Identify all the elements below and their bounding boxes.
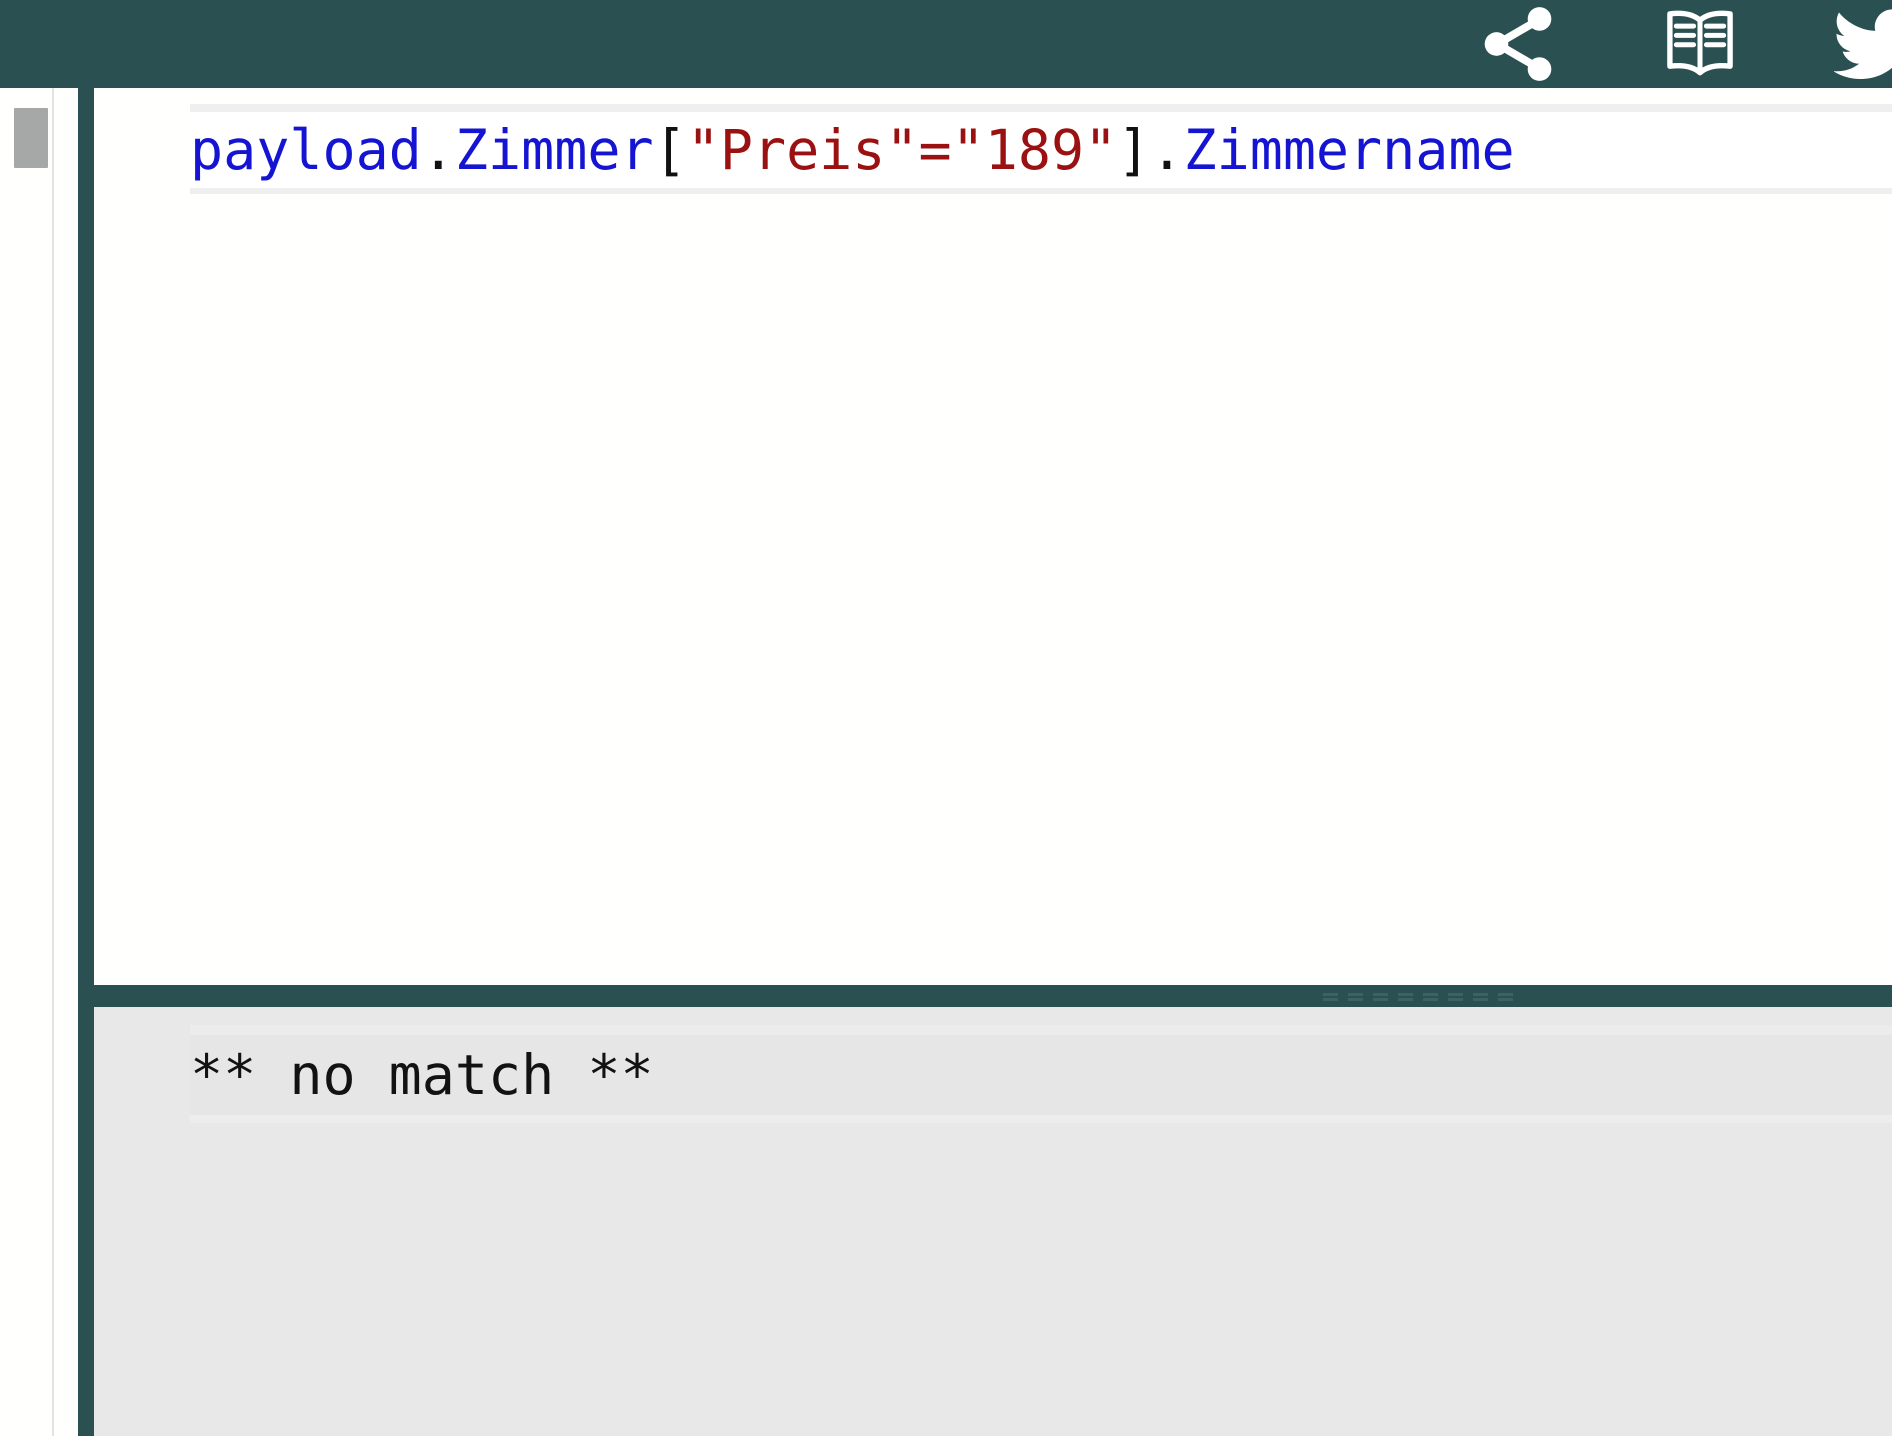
bird-icon bbox=[1834, 1, 1892, 87]
expression-input[interactable]: payload.Zimmer["Preis"="189"].Zimmername bbox=[190, 112, 1892, 188]
token-punctuation: ] bbox=[1117, 118, 1151, 182]
result-output-text: ** no match ** bbox=[190, 1043, 654, 1107]
share-button[interactable] bbox=[1470, 0, 1566, 88]
pane-splitter[interactable] bbox=[78, 985, 1892, 1007]
token-identifier: Zimmername bbox=[1183, 118, 1515, 182]
expression-editor-pane[interactable]: payload.Zimmer["Preis"="189"].Zimmername bbox=[94, 88, 1892, 985]
share-icon bbox=[1475, 1, 1561, 87]
open-book-icon bbox=[1657, 1, 1743, 87]
app-header-bar bbox=[0, 0, 1892, 88]
twitter-button[interactable] bbox=[1834, 0, 1892, 88]
token-punctuation: . bbox=[1150, 118, 1184, 182]
workspace: payload.Zimmer["Preis"="189"].Zimmername… bbox=[0, 88, 1892, 1436]
token-identifier: Zimmer bbox=[454, 118, 654, 182]
vertical-scrollbar-thumb[interactable] bbox=[14, 108, 48, 168]
documentation-button[interactable] bbox=[1652, 0, 1748, 88]
token-identifier: payload bbox=[190, 118, 422, 182]
results-pane: ** no match ** bbox=[94, 1007, 1892, 1436]
token-string: "Preis" bbox=[686, 118, 919, 182]
expression-code: payload.Zimmer["Preis"="189"].Zimmername bbox=[190, 118, 1515, 182]
token-operator: = bbox=[918, 118, 952, 182]
splitter-grip-icon bbox=[1323, 993, 1513, 996]
vertical-scrollbar-track[interactable] bbox=[0, 88, 54, 1436]
left-rail bbox=[78, 88, 94, 1436]
token-punctuation: . bbox=[421, 118, 455, 182]
token-punctuation: [ bbox=[653, 118, 687, 182]
result-row: ** no match ** bbox=[190, 1035, 1892, 1115]
header-actions bbox=[1470, 0, 1892, 88]
token-string: "189" bbox=[951, 118, 1118, 182]
